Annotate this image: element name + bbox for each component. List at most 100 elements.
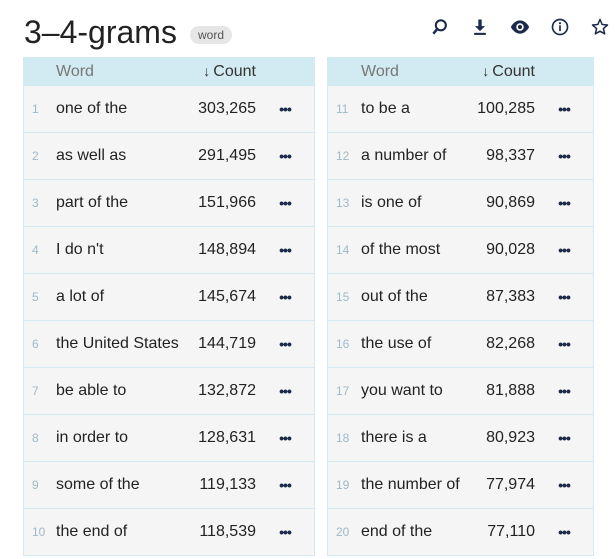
table-row[interactable]: 12 a number of 98,337 •••: [328, 132, 593, 179]
more-options-icon[interactable]: •••: [535, 383, 593, 399]
row-rank: 10: [32, 525, 46, 539]
row-count: 81,888: [486, 382, 535, 399]
row-word[interactable]: be able to: [56, 382, 184, 400]
row-word[interactable]: part of the: [56, 194, 184, 212]
row-rank: 9: [32, 478, 39, 492]
row-word[interactable]: a lot of: [56, 288, 184, 306]
download-icon[interactable]: [460, 14, 500, 40]
star-icon[interactable]: [580, 14, 615, 40]
table-row[interactable]: 9 some of the 119,133 •••: [24, 461, 314, 508]
row-word[interactable]: there is a: [361, 429, 466, 447]
page-title: 3–4-grams: [24, 14, 177, 50]
row-word[interactable]: is one of: [361, 194, 466, 212]
row-word[interactable]: I do n't: [56, 241, 184, 259]
more-options-icon[interactable]: •••: [256, 477, 314, 493]
row-rank: 13: [336, 196, 350, 210]
row-rank: 8: [32, 431, 39, 445]
row-count: 148,894: [198, 241, 256, 258]
row-word[interactable]: to be a: [361, 100, 466, 118]
more-options-icon[interactable]: •••: [535, 101, 593, 117]
table-row[interactable]: 20 end of the 77,110 •••: [328, 508, 593, 555]
row-word[interactable]: one of the: [56, 100, 184, 118]
row-rank: 20: [336, 525, 350, 539]
row-word[interactable]: the use of: [361, 335, 466, 353]
row-rank: 17: [336, 384, 350, 398]
row-rank: 1: [32, 102, 39, 116]
row-count: 87,383: [486, 288, 535, 305]
more-options-icon[interactable]: •••: [535, 195, 593, 211]
row-count: 144,719: [198, 335, 256, 352]
table-row[interactable]: 4 I do n't 148,894 •••: [24, 226, 314, 273]
row-count: 128,631: [198, 429, 256, 446]
row-rank: 16: [336, 337, 350, 351]
row-rank: 4: [32, 243, 39, 257]
table-row[interactable]: 18 there is a 80,923 •••: [328, 414, 593, 461]
more-options-icon[interactable]: •••: [535, 524, 593, 540]
row-word[interactable]: as well as: [56, 147, 184, 165]
table-row[interactable]: 7 be able to 132,872 •••: [24, 367, 314, 414]
table-row[interactable]: 19 the number of 77,974 •••: [328, 461, 593, 508]
row-word[interactable]: out of the: [361, 288, 466, 306]
row-word[interactable]: end of the: [361, 523, 466, 541]
table-row[interactable]: 3 part of the 151,966 •••: [24, 179, 314, 226]
table-row[interactable]: 17 you want to 81,888 •••: [328, 367, 593, 414]
info-icon[interactable]: [540, 14, 580, 40]
table-row[interactable]: 2 as well as 291,495 •••: [24, 132, 314, 179]
column-header-count-label: Count: [213, 62, 256, 80]
row-count: 98,337: [486, 147, 535, 164]
attribute-badge: word: [190, 26, 233, 44]
table-row[interactable]: 11 to be a 100,285 •••: [328, 86, 593, 132]
ngram-table-left: Word ↓ Count 1 one of the 303,265 ••• 2 as wel…: [23, 57, 315, 556]
table-row[interactable]: 8 in order to 128,631 •••: [24, 414, 314, 461]
row-rank: 15: [336, 290, 350, 304]
row-word[interactable]: some of the: [56, 476, 184, 494]
more-options-icon[interactable]: •••: [535, 477, 593, 493]
table-row[interactable]: 14 of the most 90,028 •••: [328, 226, 593, 273]
row-word[interactable]: of the most: [361, 241, 466, 259]
column-header-count-label: Count: [492, 62, 535, 80]
more-options-icon[interactable]: •••: [535, 148, 593, 164]
row-count: 82,268: [486, 335, 535, 352]
row-word[interactable]: the end of: [56, 523, 184, 541]
row-rank: 2: [32, 149, 39, 163]
row-word[interactable]: you want to: [361, 382, 466, 400]
table-row[interactable]: 5 a lot of 145,674 •••: [24, 273, 314, 320]
more-options-icon[interactable]: •••: [256, 242, 314, 258]
more-options-icon[interactable]: •••: [535, 289, 593, 305]
more-options-icon[interactable]: •••: [256, 289, 314, 305]
column-header-count[interactable]: ↓ Count: [184, 63, 256, 81]
table-row[interactable]: 1 one of the 303,265 •••: [24, 86, 314, 132]
table-row[interactable]: 10 the end of 118,539 •••: [24, 508, 314, 555]
more-options-icon[interactable]: •••: [256, 101, 314, 117]
sort-desc-icon: ↓: [482, 62, 490, 79]
more-options-icon[interactable]: •••: [256, 148, 314, 164]
row-word[interactable]: in order to: [56, 429, 184, 447]
more-options-icon[interactable]: •••: [256, 195, 314, 211]
column-header-word[interactable]: Word: [328, 63, 466, 81]
row-count: 90,028: [486, 241, 535, 258]
table-row[interactable]: 13 is one of 90,869 •••: [328, 179, 593, 226]
table-row[interactable]: 6 the United States 144,719 •••: [24, 320, 314, 367]
row-word[interactable]: the number of: [361, 476, 466, 494]
more-options-icon[interactable]: •••: [256, 336, 314, 352]
column-header-count[interactable]: ↓ Count: [466, 63, 535, 81]
row-word[interactable]: the United States: [56, 335, 184, 353]
more-options-icon[interactable]: •••: [535, 336, 593, 352]
table-row[interactable]: 16 the use of 82,268 •••: [328, 320, 593, 367]
row-word[interactable]: a number of: [361, 147, 466, 165]
table-row[interactable]: 15 out of the 87,383 •••: [328, 273, 593, 320]
more-options-icon[interactable]: •••: [256, 430, 314, 446]
more-options-icon[interactable]: •••: [256, 383, 314, 399]
more-options-icon[interactable]: •••: [535, 430, 593, 446]
zoom-search-icon[interactable]: [420, 14, 460, 40]
more-options-icon[interactable]: •••: [256, 524, 314, 540]
column-header-word[interactable]: Word: [24, 63, 184, 81]
eye-icon[interactable]: [500, 14, 540, 40]
row-count: 151,966: [198, 194, 256, 211]
row-rank: 19: [336, 478, 350, 492]
row-count: 90,869: [486, 194, 535, 211]
row-count: 100,285: [477, 100, 535, 117]
row-rank: 14: [336, 243, 350, 257]
more-options-icon[interactable]: •••: [535, 242, 593, 258]
row-count: 80,923: [486, 429, 535, 446]
